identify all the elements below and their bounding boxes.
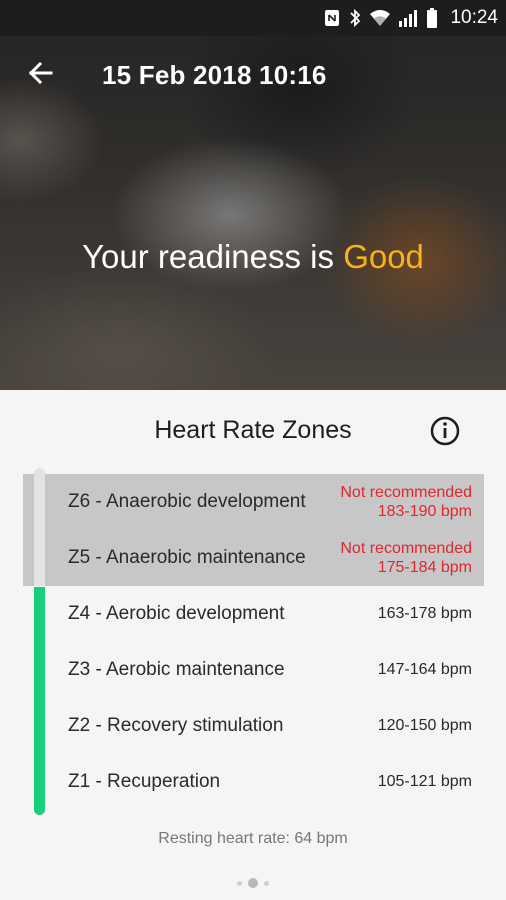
zone-row-z5[interactable]: Z5 - Anaerobic maintenance Not recommend… (23, 530, 484, 586)
zone-range: 175-184 bpm (377, 559, 472, 576)
zone-note: Not recommended (340, 484, 472, 501)
status-time: 10:24 (450, 7, 498, 28)
resting-heart-rate: Resting heart rate: 64 bpm (158, 830, 348, 847)
zone-label: Z4 - Aerobic development (68, 603, 285, 624)
wifi-icon (370, 9, 391, 27)
zone-row-z6[interactable]: Z6 - Anaerobic development Not recommend… (23, 474, 484, 530)
heart-rate-zones-panel: Heart Rate Zones Z6 - Anaerobic developm… (0, 390, 506, 900)
zone-range: 147-164 bpm (377, 661, 472, 678)
info-icon (428, 416, 462, 452)
zone-label: Z3 - Aerobic maintenance (68, 659, 285, 680)
readiness-value: Good (343, 238, 424, 275)
zone-label: Z1 - Recuperation (68, 771, 221, 792)
zone-note: Not recommended (340, 540, 472, 557)
page-indicator (0, 878, 506, 888)
battery-icon (426, 8, 438, 28)
page-dot[interactable] (237, 880, 242, 886)
zone-row-z4[interactable]: Z4 - Aerobic development 163-178 bpm (23, 586, 484, 642)
zone-range: 120-150 bpm (377, 717, 472, 734)
page-dot-active[interactable] (248, 878, 258, 888)
page-title: 15 Feb 2018 10:16 (102, 59, 327, 90)
signal-icon (398, 9, 418, 27)
zone-range: 183-190 bpm (377, 503, 472, 520)
zone-label: Z2 - Recovery stimulation (68, 715, 284, 736)
bluetooth-icon (348, 8, 362, 28)
page-dot[interactable] (264, 880, 269, 886)
zone-indicator-recommended (34, 587, 45, 815)
app-toolbar: 15 Feb 2018 10:16 (0, 36, 506, 114)
zone-bpm: Not recommended 183-190 bpm (340, 483, 472, 521)
zone-row-z1[interactable]: Z1 - Recuperation 105-121 bpm (23, 754, 484, 810)
readiness-prefix: Your readiness is (82, 238, 335, 275)
zone-label: Z5 - Anaerobic maintenance (68, 547, 306, 568)
info-button[interactable] (428, 414, 462, 448)
zone-row-z2[interactable]: Z2 - Recovery stimulation 120-150 bpm (23, 698, 484, 754)
zone-list: Z6 - Anaerobic development Not recommend… (23, 474, 484, 810)
zone-label: Z6 - Anaerobic development (68, 491, 306, 512)
back-button[interactable] (10, 45, 70, 105)
nfc-icon (324, 8, 340, 28)
zone-row-z3[interactable]: Z3 - Aerobic maintenance 147-164 bpm (23, 642, 484, 698)
zone-range: 163-178 bpm (377, 605, 472, 622)
zone-range: 105-121 bpm (377, 773, 472, 790)
arrow-back-icon (27, 60, 53, 91)
zone-indicator-not-recommended (34, 468, 45, 586)
zone-bpm: Not recommended 175-184 bpm (340, 539, 472, 577)
status-bar: 10:24 (0, 0, 506, 36)
readiness-status: Your readiness is Good (0, 238, 506, 276)
